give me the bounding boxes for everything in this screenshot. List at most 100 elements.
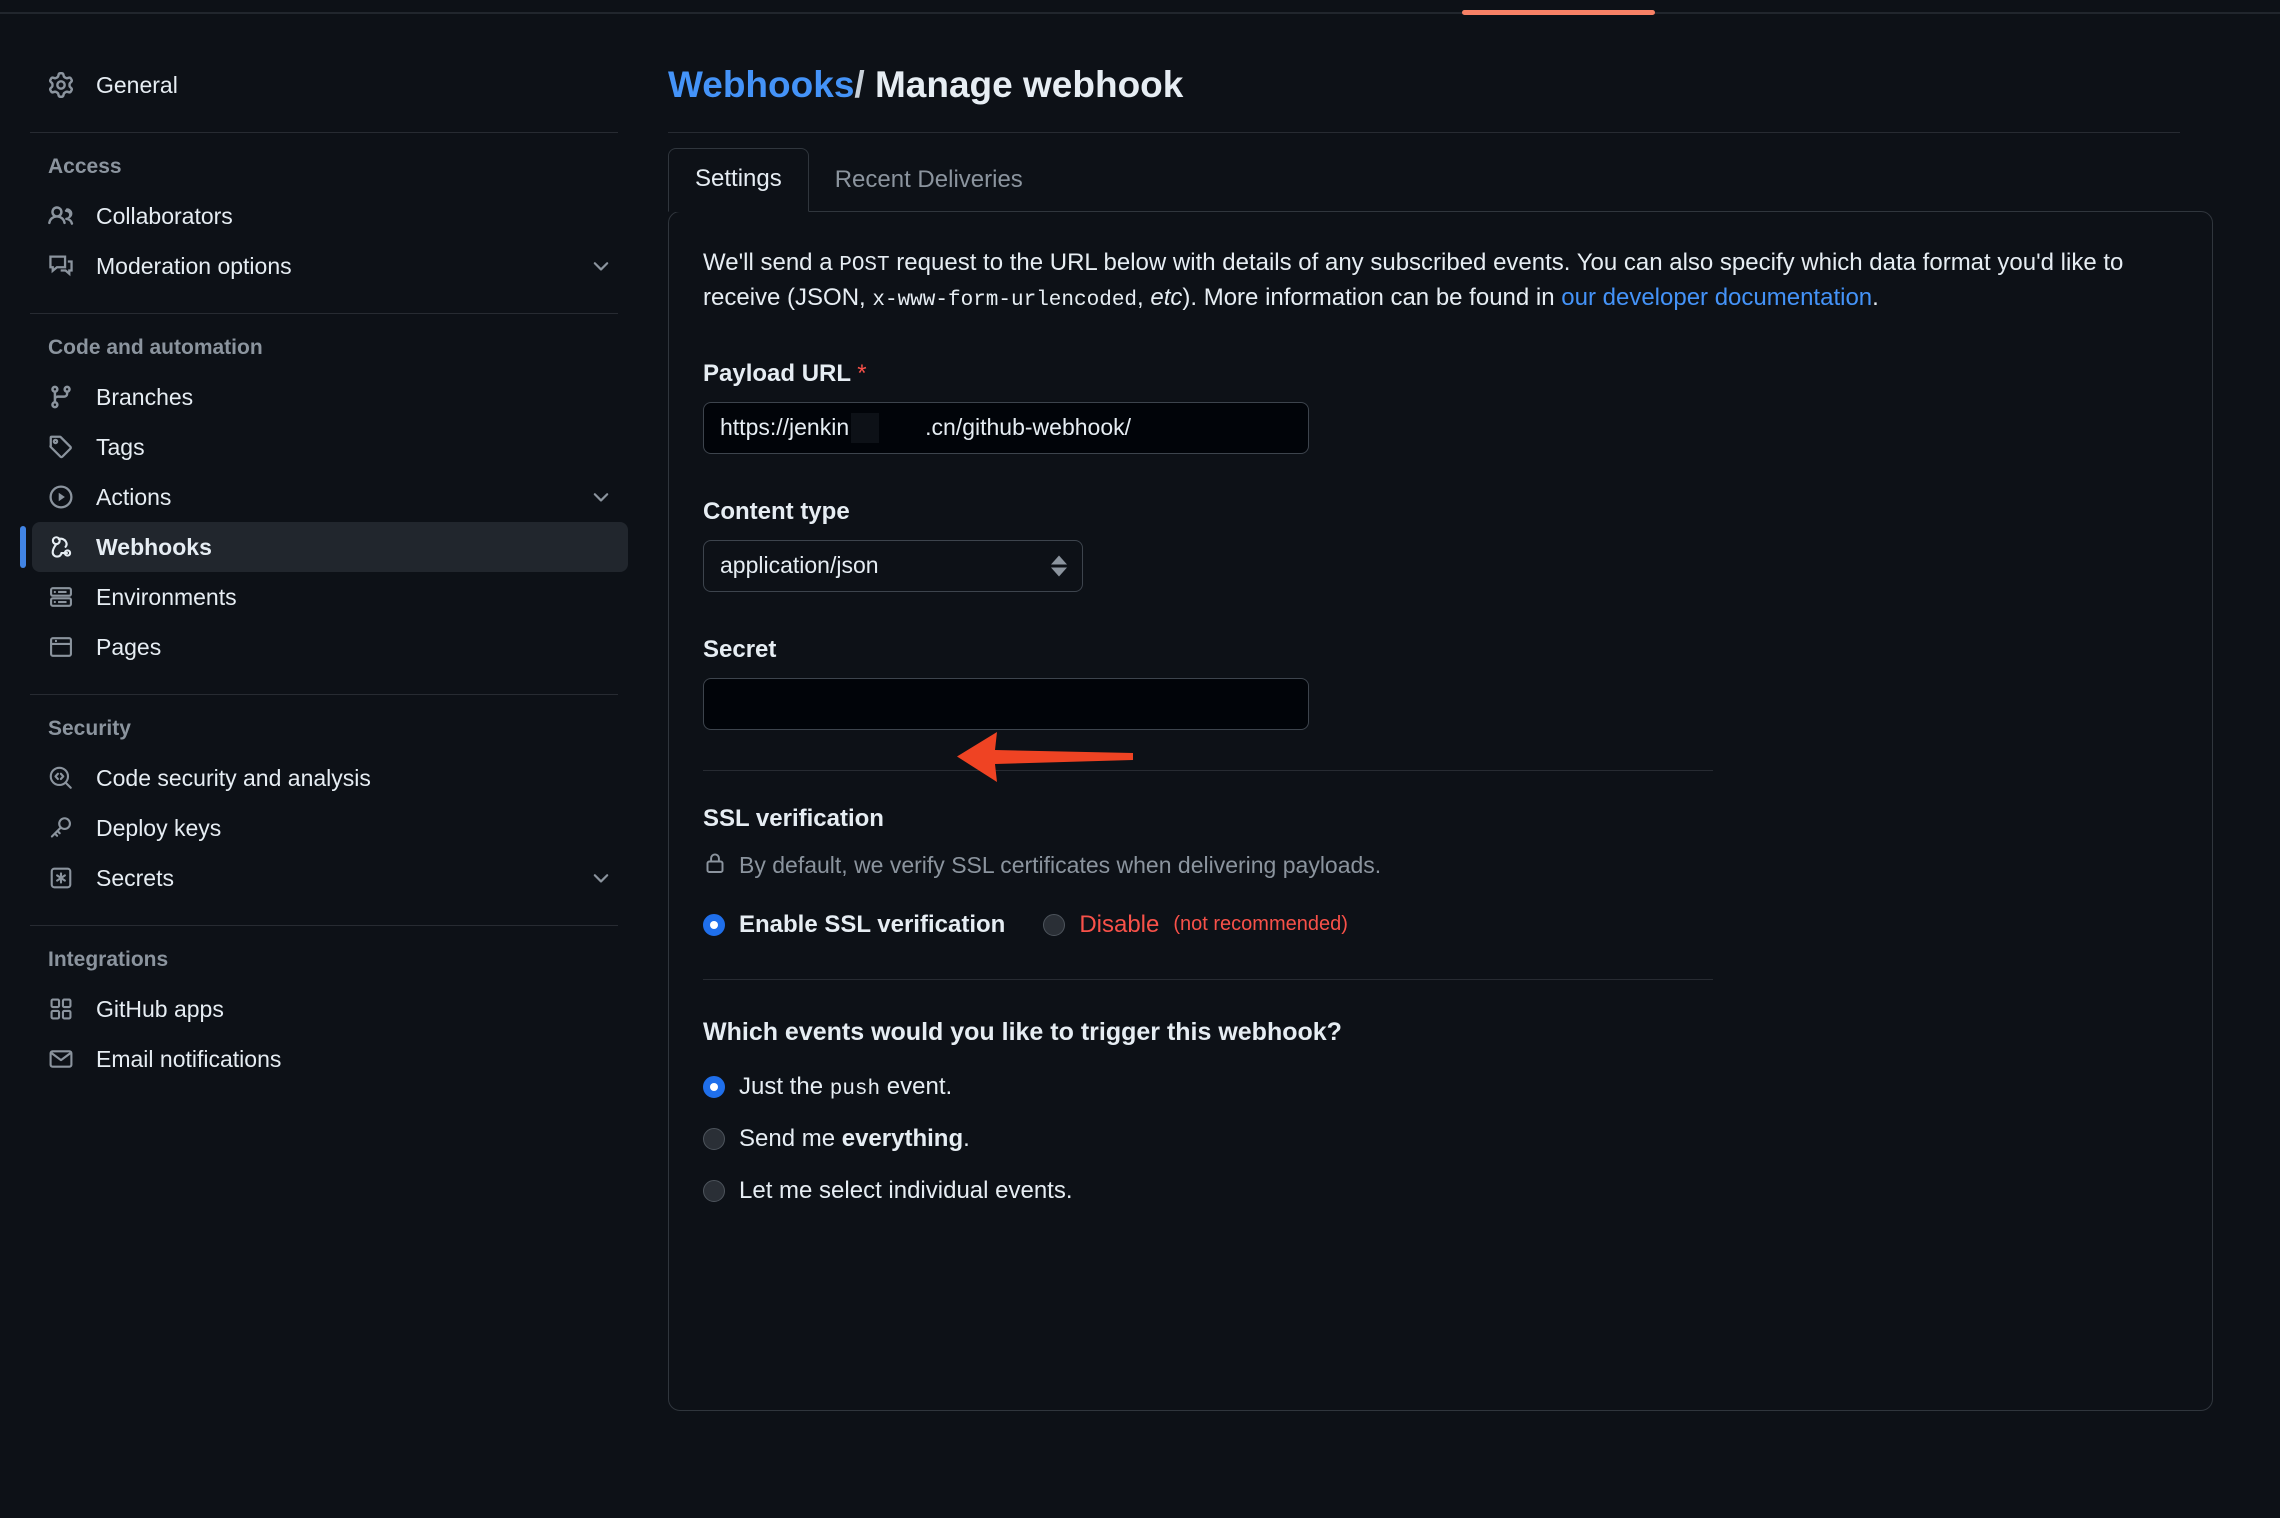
sidebar-section-title-integrations: Integrations <box>48 948 169 971</box>
webhook-description: We'll send a POST request to the URL bel… <box>703 246 2178 316</box>
events-section: Which events would you like to trigger t… <box>703 1018 2178 1205</box>
event-option-code-push: push <box>829 1077 881 1101</box>
page-title: Webhooks/ Manage webhook <box>668 40 2200 132</box>
payload-url-input[interactable]: https://jenkin .cn/github-webhook/ <box>703 401 1309 454</box>
desc-em-etc: etc <box>1150 283 1183 311</box>
main-content: Webhooks/ Manage webhook Settings Recent… <box>660 14 2280 1518</box>
sidebar-section-title-code-and-automation: Code and automation <box>48 336 263 359</box>
events-section-divider <box>703 978 1713 980</box>
people-icon <box>48 203 74 229</box>
content-type-label: Content type <box>703 497 850 525</box>
sidebar-item-branches[interactable]: Branches <box>32 372 628 422</box>
redacted-block <box>851 412 880 443</box>
desc-code-urlencoded: x-www-form-urlencoded <box>872 288 1138 312</box>
content-type-select[interactable]: application/json <box>703 539 1083 592</box>
sidebar-item-label: Tags <box>96 433 145 460</box>
radio-button[interactable] <box>703 1179 725 1202</box>
ssl-verification-note: By default, we verify SSL certificates w… <box>703 851 2178 881</box>
gear-icon <box>48 72 74 98</box>
sidebar-item-label: Branches <box>96 383 194 410</box>
tab-settings[interactable]: Settings <box>668 148 809 212</box>
payload-url-field-group: Payload URL * https://jenkin .cn/github-w… <box>703 360 2178 454</box>
sidebar-item-label: Pages <box>96 633 162 660</box>
sidebar-divider-1 <box>30 132 618 133</box>
apps-grid-icon <box>48 996 74 1022</box>
sidebar-item-label: GitHub apps <box>96 995 224 1022</box>
event-option-label: Send me everything. <box>739 1125 970 1153</box>
sidebar-divider-2 <box>30 313 618 314</box>
select-updown-arrows-icon[interactable] <box>1051 555 1067 577</box>
lock-icon <box>703 851 727 881</box>
event-option-strong-everything: everything <box>841 1124 964 1152</box>
content-type-select-wrap: application/json <box>703 539 1083 592</box>
desc-part-4: ). More information can be found in <box>1182 283 1562 311</box>
desc-part-5: . <box>1872 283 1879 311</box>
required-marker: * <box>857 359 867 387</box>
sidebar-item-label: Code security and analysis <box>96 764 371 791</box>
webhook-settings-card: We'll send a POST request to the URL bel… <box>668 211 2213 1411</box>
event-option-suffix: event. <box>880 1072 953 1100</box>
desc-part-3: , <box>1137 283 1151 311</box>
radio-button-selected[interactable] <box>703 913 725 936</box>
payload-url-label: Payload URL * <box>703 360 2178 388</box>
mail-icon <box>48 1046 74 1072</box>
top-navigation-bar <box>0 0 2280 15</box>
sidebar-item-secrets[interactable]: Secrets <box>32 853 628 903</box>
browser-icon <box>48 634 74 660</box>
ssl-enable-option[interactable]: Enable SSL verification <box>703 911 1005 939</box>
sidebar-item-label: Webhooks <box>96 533 212 560</box>
sidebar-divider-4 <box>30 925 618 926</box>
breadcrumb-separator: / <box>854 64 865 105</box>
git-branch-icon <box>48 384 74 410</box>
event-option-select-individual-events[interactable]: Let me select individual events. <box>703 1177 2178 1205</box>
chevron-down-icon[interactable] <box>590 486 612 508</box>
payload-url-label-text: Payload URL <box>703 359 851 387</box>
tab-bar: Settings Recent Deliveries <box>668 133 2180 212</box>
sidebar-item-environments[interactable]: Environments <box>32 572 628 622</box>
sidebar-item-webhooks[interactable]: Webhooks <box>20 522 628 572</box>
secret-field-group: Secret <box>703 636 2178 730</box>
event-option-just-push-event[interactable]: Just the push event. <box>703 1073 2178 1101</box>
radio-button[interactable] <box>703 1127 725 1150</box>
sidebar-item-general[interactable]: General <box>32 60 628 110</box>
desc-code-post: POST <box>839 254 890 277</box>
ssl-disable-label: Disable <box>1079 910 1160 938</box>
sidebar-item-code-security-and-analysis[interactable]: Code security and analysis <box>32 753 628 803</box>
sidebar-item-label: Actions <box>96 483 172 510</box>
sidebar-section-title-access: Access <box>48 155 122 178</box>
sidebar-item-github-apps[interactable]: GitHub apps <box>32 984 628 1034</box>
event-option-prefix: Send me <box>739 1124 842 1152</box>
chevron-down-icon[interactable] <box>590 255 612 277</box>
settings-sidebar: General Access Collaborators Moderation … <box>0 14 660 1518</box>
ssl-section-divider <box>703 769 1713 771</box>
radio-button-selected[interactable] <box>703 1075 725 1098</box>
sidebar-item-pages[interactable]: Pages <box>32 622 628 672</box>
sidebar-item-actions[interactable]: Actions <box>32 472 628 522</box>
tag-icon <box>48 434 74 460</box>
sidebar-item-deploy-keys[interactable]: Deploy keys <box>32 803 628 853</box>
developer-documentation-link[interactable]: our developer documentation <box>1561 284 1872 311</box>
tab-recent-deliveries[interactable]: Recent Deliveries <box>809 150 1049 212</box>
ssl-disable-option[interactable]: Disable (not recommended) <box>1043 911 1348 939</box>
sidebar-item-label: Email notifications <box>96 1045 282 1072</box>
event-option-suffix: . <box>963 1124 970 1152</box>
sidebar-item-tags[interactable]: Tags <box>32 422 628 472</box>
event-option-label: Let me select individual events. <box>739 1176 1073 1204</box>
sidebar-item-email-notifications[interactable]: Email notifications <box>32 1034 628 1084</box>
sidebar-item-collaborators[interactable]: Collaborators <box>32 191 628 241</box>
ssl-verification-note-text: By default, we verify SSL certificates w… <box>739 852 1382 879</box>
ssl-verification-section: SSL verification By default, we verify S… <box>703 805 2178 939</box>
sidebar-item-moderation-options[interactable]: Moderation options <box>32 241 628 291</box>
secret-label: Secret <box>703 635 777 663</box>
asterisk-box-icon <box>48 865 74 891</box>
event-option-send-everything[interactable]: Send me everything. <box>703 1125 2178 1153</box>
key-icon <box>48 815 74 841</box>
secret-input[interactable] <box>703 677 1309 730</box>
events-radio-group: Just the push event. Send me everything.… <box>703 1073 2178 1205</box>
sidebar-item-label: General <box>96 71 178 98</box>
breadcrumb-link-webhooks[interactable]: Webhooks <box>668 64 854 105</box>
payload-url-value-suffix: .cn/github-webhook/ <box>925 414 1131 441</box>
content-type-field-group: Content type application/json <box>703 498 2178 592</box>
radio-button[interactable] <box>1043 913 1066 936</box>
chevron-down-icon[interactable] <box>590 867 612 889</box>
